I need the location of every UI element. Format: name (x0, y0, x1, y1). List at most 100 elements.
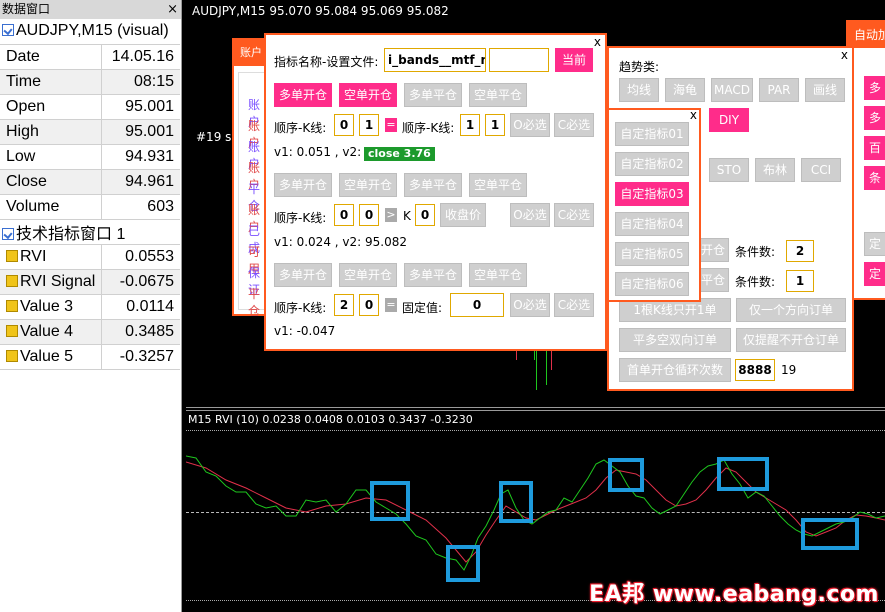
kline-input[interactable]: 0 (359, 294, 379, 316)
fixed-value-input[interactable]: 0 (450, 293, 504, 317)
table-row: Low 94.931 (0, 144, 180, 170)
short-open-button[interactable]: 空单开仓 (339, 263, 397, 287)
checkbox-icon[interactable] (2, 24, 14, 37)
open-partial-button[interactable]: 开仓 (697, 238, 729, 262)
long-close-button[interactable]: 多单平仓 (404, 83, 462, 107)
table-row: Value 5 -0.3257 (0, 344, 180, 370)
order-kline-label: 顺序-K线: (274, 211, 327, 225)
auto-button[interactable]: 定 (864, 232, 885, 256)
o-required-button[interactable]: O必选 (510, 113, 550, 137)
checkbox-icon[interactable] (2, 227, 14, 240)
data-window-title: 数据窗口 × (0, 0, 181, 19)
custom-indicator-panel: x 自定指标01 自定指标02 自定指标03 自定指标04 自定指标05 自定指… (607, 108, 701, 302)
o-required-button[interactable]: O必选 (510, 293, 550, 317)
operator-button[interactable]: > (385, 208, 397, 222)
order-input[interactable]: 1 (460, 114, 480, 136)
custom-indicator-05[interactable]: 自定指标05 (615, 242, 689, 266)
short-open-button[interactable]: 空单开仓 (339, 173, 397, 197)
close-icon[interactable]: x (594, 35, 601, 49)
one-direction-button[interactable]: 仅一个方向订单 (736, 298, 846, 322)
c-required-button[interactable]: C必选 (554, 113, 594, 137)
auto-button[interactable]: 百 (864, 136, 885, 160)
auto-button[interactable]: 定 (864, 262, 885, 286)
close-icon[interactable]: × (167, 0, 178, 19)
auto-button[interactable]: 多 (864, 106, 885, 130)
close-icon[interactable]: x (841, 48, 848, 62)
close-icon[interactable]: x (690, 108, 697, 122)
close-price-button[interactable]: 收盘价 (440, 203, 486, 227)
order-label: #19 s (196, 130, 232, 144)
kline-input[interactable]: 1 (485, 114, 505, 136)
loop-value-input[interactable]: 8888 (735, 359, 775, 381)
short-close-button[interactable]: 空单平仓 (469, 263, 527, 287)
long-open-button[interactable]: 多单开仓 (274, 263, 332, 287)
operator-button[interactable]: = (385, 118, 397, 132)
chart-title: AUDJPY,M15 95.070 95.084 95.069 95.082 (192, 4, 449, 18)
order-input[interactable]: 0 (334, 204, 354, 226)
indicator-extra-input[interactable] (489, 48, 549, 72)
symbol-header: AUDJPY,M15 (visual) (0, 19, 180, 45)
table-row: Open 95.001 (0, 94, 180, 120)
highlight-box (801, 518, 859, 550)
short-close-button[interactable]: 空单平仓 (469, 173, 527, 197)
draw-line-button[interactable]: 画线 (805, 78, 845, 102)
current-button[interactable]: 当前 (555, 48, 593, 72)
trend-title: 趋势类: (619, 60, 660, 74)
highlight-box (370, 481, 410, 521)
macd-button[interactable]: MACD (711, 78, 753, 102)
o-required-button[interactable]: O必选 (510, 203, 550, 227)
order-kline-label: 顺序-K线: (274, 301, 327, 315)
kline-input[interactable]: 1 (359, 114, 379, 136)
table-row: Value 4 0.3485 (0, 319, 180, 345)
long-close-button[interactable]: 多单平仓 (404, 263, 462, 287)
k-input[interactable]: 0 (415, 204, 435, 226)
table-row: Time 08:15 (0, 69, 180, 95)
short-open-button[interactable]: 空单开仓 (339, 83, 397, 107)
table-row: Value 3 0.0114 (0, 294, 180, 320)
close-partial-button[interactable]: 平仓 (697, 268, 729, 292)
highlight-box (717, 457, 769, 491)
indicator-icon (6, 274, 18, 287)
turtle-button[interactable]: 海龟 (665, 78, 705, 102)
pane-separator[interactable] (186, 407, 885, 411)
operator-button[interactable]: = (385, 298, 397, 312)
value-readout: v1: 0.024 , v2: 95.082 (274, 235, 407, 249)
remind-only-button[interactable]: 仅提醒不开仓订单 (736, 328, 846, 352)
value-readout: v1: -0.047 (274, 324, 336, 338)
indicator-icon (6, 299, 18, 312)
custom-indicator-01[interactable]: 自定指标01 (615, 122, 689, 146)
order-input[interactable]: 0 (334, 114, 354, 136)
sto-button[interactable]: STO (709, 158, 749, 182)
custom-indicator-06[interactable]: 自定指标06 (615, 272, 689, 296)
custom-indicator-03[interactable]: 自定指标03 (615, 182, 689, 206)
par-button[interactable]: PAR (759, 78, 799, 102)
kline-input[interactable]: 0 (359, 204, 379, 226)
indicator-name-input[interactable]: i_bands__mtf_nm (384, 48, 486, 72)
order-input[interactable]: 2 (334, 294, 354, 316)
short-close-button[interactable]: 空单平仓 (469, 83, 527, 107)
rvi-main-line (186, 455, 885, 571)
table-row: Volume 603 (0, 194, 180, 220)
loop-count-button[interactable]: 首单开仓循环次数 (619, 358, 731, 382)
cci-button[interactable]: CCI (801, 158, 841, 182)
long-close-button[interactable]: 多单平仓 (404, 173, 462, 197)
custom-indicator-02[interactable]: 自定指标02 (615, 152, 689, 176)
condition-count[interactable]: 2 (786, 240, 814, 262)
diy-button[interactable]: DIY (709, 108, 749, 132)
ma-button[interactable]: 均线 (619, 78, 659, 102)
close-both-button[interactable]: 平多空双向订单 (619, 328, 731, 352)
auto-button[interactable]: 多 (864, 76, 885, 100)
custom-indicator-04[interactable]: 自定指标04 (615, 212, 689, 236)
bollinger-button[interactable]: 布林 (755, 158, 795, 182)
long-open-button[interactable]: 多单开仓 (274, 173, 332, 197)
indicator-settings-panel: x 指标名称-设置文件: i_bands__mtf_nm 当前 多单开仓 空单开… (264, 33, 607, 351)
long-open-button[interactable]: 多单开仓 (274, 83, 332, 107)
condition-count[interactable]: 1 (786, 270, 814, 292)
c-required-button[interactable]: C必选 (554, 203, 594, 227)
value-readout: v1: 0.051 , v2: 0 (274, 145, 373, 159)
c-required-button[interactable]: C必选 (554, 293, 594, 317)
auto-button[interactable]: 条 (864, 166, 885, 190)
k-label: K (403, 209, 411, 223)
indicator-header: 技术指标窗口 1 (0, 219, 180, 245)
watermark: EA邦 www.eabang.com (589, 582, 879, 607)
